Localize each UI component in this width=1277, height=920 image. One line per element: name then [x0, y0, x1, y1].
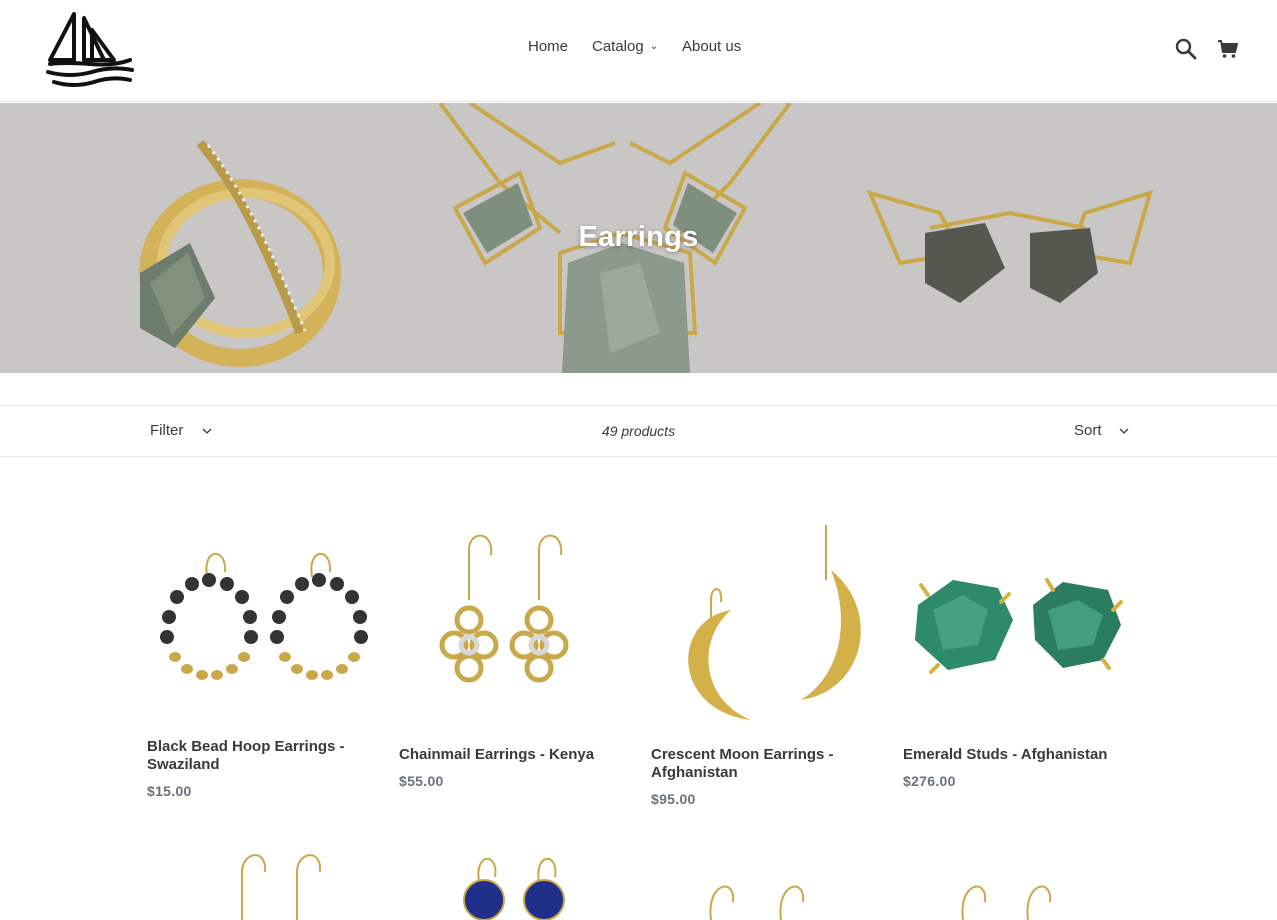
nav-catalog-link[interactable]: Catalog ⌄: [592, 38, 658, 55]
product-image: [463, 857, 565, 920]
product-price: $95.00: [651, 791, 696, 807]
product-title: Swaziland: [147, 756, 220, 773]
cart-link[interactable]: [1216, 37, 1240, 61]
product-price: $276.00: [903, 773, 956, 789]
product-title: Chainmail Earrings - Kenya: [399, 746, 595, 763]
collection-title: Earrings: [578, 221, 699, 253]
product-image: [147, 502, 373, 728]
product-title: Black Bead Hoop Earrings -: [147, 738, 345, 755]
product-image: [961, 885, 1052, 920]
product-card[interactable]: [903, 842, 1129, 920]
nav-catalog-label: Catalog: [592, 38, 644, 55]
search-button[interactable]: [1174, 37, 1198, 61]
sort-select[interactable]: Sort: [1074, 422, 1102, 439]
product-price: $15.00: [147, 783, 192, 799]
site-header: Home Catalog ⌄ About us: [0, 0, 1277, 102]
product-title: Crescent Moon Earrings -: [651, 746, 834, 763]
product-price: $55.00: [399, 773, 444, 789]
cart-icon: [1218, 40, 1238, 58]
sort-label: Sort: [1074, 422, 1102, 439]
product-title: Emerald Studs - Afghanistan: [903, 746, 1108, 763]
product-card[interactable]: [651, 842, 877, 920]
product-image: [709, 885, 805, 920]
product-card[interactable]: [399, 842, 625, 920]
nav-home-link[interactable]: Home: [528, 38, 568, 55]
collection-hero: Earrings: [0, 103, 1277, 373]
chevron-down-icon: [1119, 428, 1129, 434]
collection-toolbar: Filter 49 products Sort: [0, 405, 1277, 457]
product-image: [399, 510, 625, 736]
main-navigation: Home Catalog ⌄ About us: [0, 38, 1277, 60]
chevron-down-icon: ⌄: [649, 41, 659, 52]
product-image: [903, 510, 1129, 736]
product-image: [241, 854, 322, 920]
search-icon: [1175, 38, 1197, 60]
product-title: Afghanistan: [651, 764, 738, 781]
product-image: [651, 510, 877, 736]
nav-about-link[interactable]: About us: [682, 38, 741, 55]
product-card[interactable]: [147, 842, 373, 920]
